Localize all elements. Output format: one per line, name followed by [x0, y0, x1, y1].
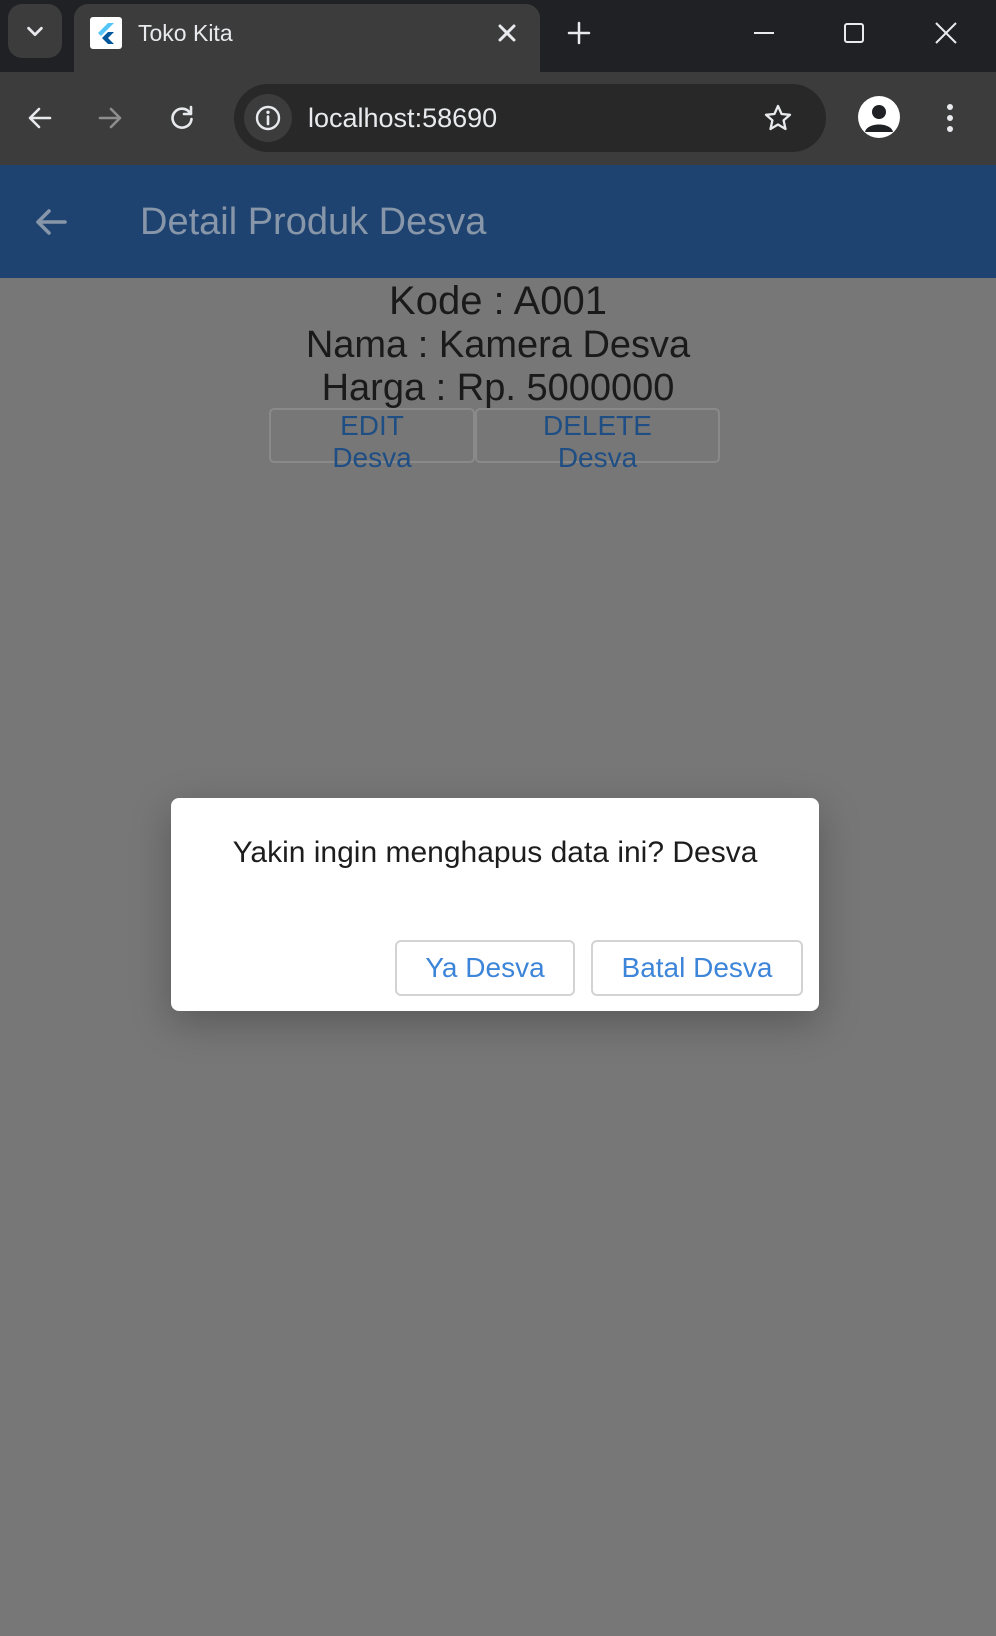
close-icon — [498, 24, 516, 42]
arrow-left-icon — [28, 107, 52, 129]
kebab-menu-icon — [947, 104, 953, 132]
maximize-icon — [844, 23, 864, 43]
back-button[interactable] — [16, 94, 64, 142]
confirm-button[interactable]: Ya Desva — [395, 940, 575, 996]
minimize-icon — [754, 32, 774, 34]
url-text[interactable]: localhost:58690 — [308, 103, 497, 134]
cancel-button[interactable]: Batal Desva — [591, 940, 803, 996]
address-bar[interactable]: localhost:58690 — [234, 84, 826, 152]
product-name: Nama : Kamera Desva — [305, 324, 691, 366]
product-price: Harga : Rp. 5000000 — [321, 367, 675, 409]
arrow-right-icon — [98, 107, 122, 129]
browser-tab[interactable]: Toko Kita — [74, 4, 540, 72]
bookmark-button[interactable] — [754, 94, 802, 142]
maximize-button[interactable] — [830, 10, 878, 56]
page-title: Detail Produk Desva — [140, 201, 487, 243]
tab-title: Toko Kita — [138, 20, 233, 46]
edit-button[interactable]: EDIT Desva — [269, 408, 475, 473]
close-window-button[interactable] — [922, 10, 970, 56]
reload-icon — [171, 105, 193, 129]
site-info-button[interactable] — [244, 94, 292, 142]
profile-button[interactable] — [858, 96, 900, 138]
dialog-message: Yakin ingin menghapus data ini? Desva — [232, 836, 758, 869]
plus-icon — [567, 21, 591, 45]
reload-button[interactable] — [158, 94, 206, 142]
browser-toolbar: localhost:58690 — [0, 72, 996, 165]
minimize-button[interactable] — [740, 10, 788, 56]
new-tab-button[interactable] — [560, 14, 598, 52]
confirm-delete-dialog: Yakin ingin menghapus data ini? Desva Ya… — [171, 798, 819, 1011]
close-icon — [935, 22, 957, 44]
tab-close-button[interactable] — [492, 18, 522, 48]
avatar-icon — [865, 105, 893, 132]
browser-titlebar: Toko Kita — [0, 0, 996, 72]
arrow-left-icon — [36, 209, 67, 235]
star-icon — [764, 104, 792, 131]
tab-search-button[interactable] — [8, 4, 62, 58]
chevron-down-icon — [27, 26, 43, 37]
product-actions: EDIT Desva DELETE Desva — [269, 408, 720, 473]
app-bar: Detail Produk Desva — [0, 165, 996, 278]
app-back-button[interactable] — [26, 197, 76, 247]
delete-button[interactable]: DELETE Desva — [475, 408, 720, 473]
forward-button[interactable] — [86, 94, 134, 142]
info-icon — [255, 105, 281, 131]
product-detail: Kode : A001 Nama : Kamera Desva Harga : … — [0, 278, 996, 410]
product-code: Kode : A001 — [389, 279, 607, 323]
flutter-icon — [90, 17, 122, 49]
browser-menu-button[interactable] — [926, 94, 974, 142]
